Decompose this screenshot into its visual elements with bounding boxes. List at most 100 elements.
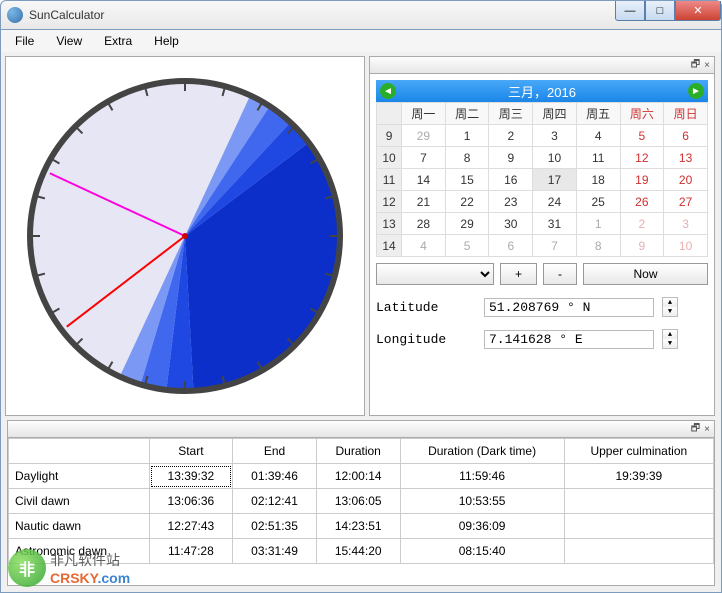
calendar-day[interactable]: 19 bbox=[620, 169, 664, 191]
table-cell[interactable]: 10:53:55 bbox=[400, 489, 564, 514]
calendar-day[interactable]: 21 bbox=[402, 191, 446, 213]
calendar-day[interactable]: 9 bbox=[489, 147, 533, 169]
table-cell[interactable]: 09:36:09 bbox=[400, 514, 564, 539]
calendar-title[interactable]: 三月，2016 bbox=[508, 82, 576, 101]
dock-close-icon[interactable]: × bbox=[704, 60, 710, 71]
calendar-day[interactable]: 22 bbox=[445, 191, 489, 213]
calendar-day[interactable]: 28 bbox=[402, 213, 446, 235]
spin-up-icon[interactable]: ▲ bbox=[663, 298, 677, 307]
prev-month-button[interactable]: ◄ bbox=[380, 83, 396, 99]
calendar-day[interactable]: 2 bbox=[620, 213, 664, 235]
table-cell[interactable]: 15:44:20 bbox=[316, 539, 400, 564]
calendar-day[interactable]: 10 bbox=[664, 235, 708, 257]
dock-close-icon[interactable]: × bbox=[704, 424, 710, 435]
next-month-button[interactable]: ► bbox=[688, 83, 704, 99]
table-cell[interactable] bbox=[564, 514, 713, 539]
table-cell[interactable]: 02:12:41 bbox=[233, 489, 317, 514]
calendar-day[interactable]: 13 bbox=[664, 147, 708, 169]
undock-icon[interactable]: 🗗 bbox=[691, 421, 700, 438]
calendar-day[interactable]: 8 bbox=[576, 235, 620, 257]
row-label: Nautic dawn bbox=[9, 514, 150, 539]
calendar-day[interactable]: 6 bbox=[489, 235, 533, 257]
longitude-value[interactable]: 7.141628 ° E bbox=[489, 332, 583, 347]
table-cell[interactable]: 13:39:32 bbox=[149, 464, 233, 489]
calendar-day[interactable]: 8 bbox=[445, 147, 489, 169]
calendar-day[interactable]: 1 bbox=[445, 125, 489, 147]
weekday-header: 周四 bbox=[533, 103, 577, 125]
calendar-day[interactable]: 16 bbox=[489, 169, 533, 191]
latitude-spinner[interactable]: ▲ ▼ bbox=[662, 297, 678, 317]
table-cell[interactable]: 12:00:14 bbox=[316, 464, 400, 489]
minimize-button[interactable]: — bbox=[615, 1, 645, 21]
table-cell[interactable]: 19:39:39 bbox=[564, 464, 713, 489]
sun-times-table: StartEndDurationDuration (Dark time)Uppe… bbox=[8, 438, 714, 564]
weekday-header: 周三 bbox=[489, 103, 533, 125]
table-cell[interactable] bbox=[564, 489, 713, 514]
spin-down-icon[interactable]: ▼ bbox=[663, 339, 677, 348]
table-cell[interactable]: 11:47:28 bbox=[149, 539, 233, 564]
calendar-day[interactable]: 7 bbox=[533, 235, 577, 257]
calendar-day[interactable]: 20 bbox=[664, 169, 708, 191]
calendar-day[interactable]: 6 bbox=[664, 125, 708, 147]
spin-down-icon[interactable]: ▼ bbox=[663, 307, 677, 316]
menu-extra[interactable]: Extra bbox=[94, 32, 142, 50]
table-cell[interactable]: 12:27:43 bbox=[149, 514, 233, 539]
table-cell[interactable]: 14:23:51 bbox=[316, 514, 400, 539]
menu-view[interactable]: View bbox=[46, 32, 92, 50]
table-cell[interactable]: 02:51:35 bbox=[233, 514, 317, 539]
calendar-day[interactable]: 10 bbox=[533, 147, 577, 169]
calendar-day[interactable]: 9 bbox=[620, 235, 664, 257]
calendar-day[interactable]: 25 bbox=[576, 191, 620, 213]
calendar-day[interactable]: 18 bbox=[576, 169, 620, 191]
undock-icon[interactable]: 🗗 bbox=[691, 57, 700, 74]
table-cell[interactable]: 03:31:49 bbox=[233, 539, 317, 564]
latitude-value[interactable]: 51.208769 ° N bbox=[489, 300, 590, 315]
calendar-day[interactable]: 24 bbox=[533, 191, 577, 213]
table-cell[interactable]: 13:06:05 bbox=[316, 489, 400, 514]
calendar-day[interactable]: 31 bbox=[533, 213, 577, 235]
remove-location-button[interactable]: - bbox=[543, 263, 577, 285]
menu-help[interactable]: Help bbox=[144, 32, 189, 50]
calendar-day[interactable]: 4 bbox=[402, 235, 446, 257]
column-header: Start bbox=[149, 439, 233, 464]
column-header: Upper culmination bbox=[564, 439, 713, 464]
now-button[interactable]: Now bbox=[583, 263, 708, 285]
calendar-day[interactable]: 4 bbox=[576, 125, 620, 147]
calendar-day[interactable]: 14 bbox=[402, 169, 446, 191]
calendar-day[interactable]: 5 bbox=[445, 235, 489, 257]
calendar-day[interactable]: 15 bbox=[445, 169, 489, 191]
title-bar: SunCalculator — □ ✕ bbox=[0, 0, 722, 30]
menu-file[interactable]: File bbox=[5, 32, 44, 50]
table-cell[interactable]: 08:15:40 bbox=[400, 539, 564, 564]
table-cell[interactable] bbox=[564, 539, 713, 564]
row-label: Civil dawn bbox=[9, 489, 150, 514]
calendar-day[interactable]: 3 bbox=[664, 213, 708, 235]
calendar-day[interactable]: 27 bbox=[664, 191, 708, 213]
close-button[interactable]: ✕ bbox=[675, 1, 721, 21]
add-location-button[interactable]: + bbox=[500, 263, 537, 285]
calendar-day[interactable]: 11 bbox=[576, 147, 620, 169]
calendar-day[interactable]: 30 bbox=[489, 213, 533, 235]
calendar-day[interactable]: 17 bbox=[533, 169, 577, 191]
weekday-header: 周五 bbox=[576, 103, 620, 125]
calendar-day[interactable]: 5 bbox=[620, 125, 664, 147]
calendar-day[interactable]: 2 bbox=[489, 125, 533, 147]
table-cell[interactable]: 13:06:36 bbox=[149, 489, 233, 514]
location-select[interactable] bbox=[376, 263, 494, 285]
longitude-spinner[interactable]: ▲ ▼ bbox=[662, 329, 678, 349]
calendar-day[interactable]: 12 bbox=[620, 147, 664, 169]
calendar-day[interactable]: 23 bbox=[489, 191, 533, 213]
calendar-day[interactable]: 1 bbox=[576, 213, 620, 235]
maximize-button[interactable]: □ bbox=[645, 1, 675, 21]
calendar-day[interactable]: 29 bbox=[402, 125, 446, 147]
spin-up-icon[interactable]: ▲ bbox=[663, 330, 677, 339]
weekday-header: 周一 bbox=[402, 103, 446, 125]
calendar-day[interactable]: 26 bbox=[620, 191, 664, 213]
table-cell[interactable]: 01:39:46 bbox=[233, 464, 317, 489]
calendar-day[interactable]: 3 bbox=[533, 125, 577, 147]
table-cell[interactable]: 11:59:46 bbox=[400, 464, 564, 489]
weekday-header: 周日 bbox=[664, 103, 708, 125]
calendar-day[interactable]: 7 bbox=[402, 147, 446, 169]
calendar-day[interactable]: 29 bbox=[445, 213, 489, 235]
column-header: Duration (Dark time) bbox=[400, 439, 564, 464]
